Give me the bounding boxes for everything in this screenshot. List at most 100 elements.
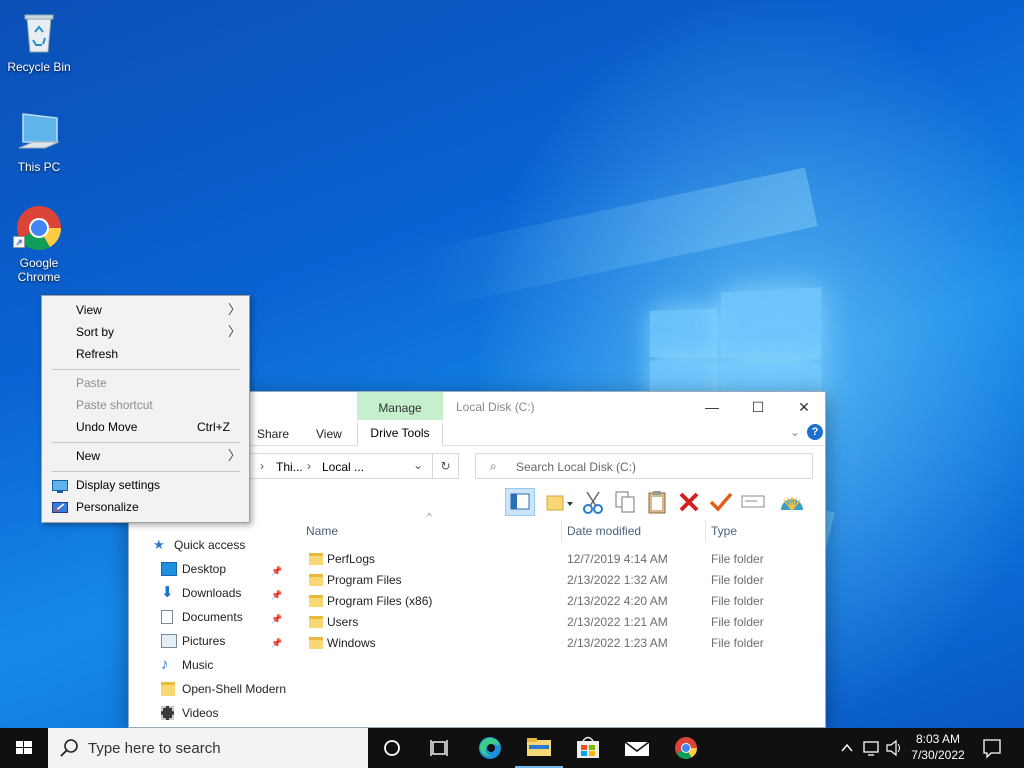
sort-ascending-icon: ^	[427, 512, 432, 523]
taskbar-clock[interactable]: 8:03 AM 7/30/2022	[902, 731, 974, 763]
desktop-icon-label: Recycle Bin	[7, 60, 71, 74]
open-shell-icon[interactable]	[777, 488, 807, 516]
tab-share[interactable]: Share	[257, 427, 289, 441]
column-header-name[interactable]: Name	[306, 524, 338, 538]
cut-icon[interactable]	[579, 488, 609, 516]
taskbar-search-placeholder: Type here to search	[88, 740, 221, 757]
help-icon[interactable]: ?	[807, 424, 823, 440]
tab-view[interactable]: View	[316, 427, 342, 441]
pin-icon[interactable]: 📌	[271, 614, 282, 624]
address-bar[interactable]: › Thi... › Local ... ⌄	[249, 453, 433, 479]
star-icon: ★	[153, 537, 165, 552]
file-date: 2/13/2022 4:20 AM	[567, 594, 668, 608]
window-title: Local Disk (C:)	[456, 400, 535, 414]
maximize-button[interactable]: ☐	[735, 396, 781, 418]
minimize-button[interactable]: —	[689, 396, 735, 418]
videos-icon	[161, 706, 174, 720]
folder-options-icon[interactable]	[543, 488, 573, 516]
file-name: Windows	[327, 636, 376, 650]
tab-manage[interactable]: Manage	[357, 392, 443, 420]
file-type: File folder	[711, 552, 764, 566]
close-button[interactable]: ✕	[781, 396, 827, 418]
file-row[interactable]: PerfLogs 12/7/2019 4:14 AM File folder	[305, 549, 815, 570]
menu-item-label: New	[76, 449, 101, 463]
store-icon[interactable]	[564, 728, 612, 768]
show-hidden-icons-chevron-icon[interactable]	[838, 728, 856, 768]
menu-separator	[52, 471, 240, 472]
file-name: Users	[327, 615, 359, 629]
menu-item-paste-shortcut[interactable]: Paste shortcut	[42, 394, 249, 416]
column-divider	[705, 520, 706, 542]
rename-icon[interactable]	[739, 488, 769, 516]
file-row[interactable]: Users 2/13/2022 1:21 AM File folder	[305, 612, 815, 633]
menu-item-refresh[interactable]: Refresh	[42, 343, 249, 365]
preview-pane-icon[interactable]	[505, 488, 535, 516]
search-input[interactable]: ⌕ Search Local Disk (C:)	[475, 453, 813, 479]
file-date: 2/13/2022 1:23 AM	[567, 636, 668, 650]
paste-icon[interactable]	[643, 488, 673, 516]
chevron-right-icon: ›	[260, 459, 264, 473]
ribbon-expand-chevron-icon[interactable]: ⌄	[790, 425, 800, 439]
file-row[interactable]: Program Files (x86) 2/13/2022 4:20 AM Fi…	[305, 591, 815, 612]
pin-icon[interactable]: 📌	[271, 566, 282, 576]
desktop-icon-recycle-bin[interactable]: Recycle Bin	[1, 8, 77, 74]
menu-item-sort-by[interactable]: Sort by 〉	[42, 321, 249, 343]
taskbar: Type here to search 8:03 AM 7/30/2022	[0, 728, 1024, 768]
menu-item-paste[interactable]: Paste	[42, 372, 249, 394]
menu-separator	[52, 442, 240, 443]
desktop-icon-label: This PC	[17, 160, 61, 174]
file-type: File folder	[711, 573, 764, 587]
menu-item-shortcut: Ctrl+Z	[197, 420, 230, 434]
menu-item-label: Paste shortcut	[76, 398, 153, 412]
file-name: Program Files	[327, 573, 402, 587]
menu-item-personalize[interactable]: Personalize	[42, 496, 249, 518]
cortana-icon[interactable]	[368, 728, 416, 768]
chrome-icon: ↗	[13, 204, 63, 252]
pictures-icon	[161, 634, 177, 648]
chevron-right-icon: 〉	[227, 324, 241, 339]
copy-icon[interactable]	[611, 488, 641, 516]
chrome-icon[interactable]	[662, 728, 710, 768]
delete-icon[interactable]	[675, 488, 705, 516]
pin-icon[interactable]: 📌	[271, 638, 282, 648]
file-name: Program Files (x86)	[327, 594, 433, 608]
file-row[interactable]: Program Files 2/13/2022 1:32 AM File fol…	[305, 570, 815, 591]
menu-item-display-settings[interactable]: Display settings	[42, 474, 249, 496]
pin-icon[interactable]: 📌	[271, 590, 282, 600]
file-type: File folder	[711, 636, 764, 650]
mail-icon[interactable]	[613, 728, 661, 768]
documents-icon	[161, 610, 173, 624]
column-header-type[interactable]: Type	[711, 524, 737, 538]
notification-center-icon[interactable]	[980, 728, 1004, 768]
start-button[interactable]	[0, 728, 48, 768]
refresh-icon[interactable]: ↻	[433, 453, 459, 479]
windows-logo-wallpaper	[649, 285, 826, 408]
classic-toolbar	[499, 488, 821, 518]
breadcrumb-this-pc[interactable]: Thi...	[276, 460, 303, 474]
breadcrumb-local-disk[interactable]: Local ...	[322, 460, 364, 474]
desktop-icon-label: Google Chrome	[17, 256, 61, 284]
column-divider	[561, 520, 562, 542]
column-header-date[interactable]: Date modified	[567, 524, 641, 538]
file-row[interactable]: Windows 2/13/2022 1:23 AM File folder	[305, 633, 815, 654]
downloads-arrow-icon: ⬇	[161, 584, 174, 601]
folder-icon	[309, 637, 323, 649]
menu-item-view[interactable]: View 〉	[42, 299, 249, 321]
music-note-icon: ♪	[161, 656, 169, 673]
volume-icon[interactable]	[884, 728, 904, 768]
menu-item-new[interactable]: New 〉	[42, 445, 249, 467]
desktop-icon-this-pc[interactable]: This PC	[1, 108, 77, 174]
desktop-icon-chrome[interactable]: ↗ Google Chrome	[1, 204, 77, 284]
menu-item-undo-move[interactable]: Undo Move Ctrl+Z	[42, 416, 249, 438]
file-explorer-icon[interactable]	[515, 728, 563, 768]
folder-icon	[309, 595, 323, 607]
tab-drive-tools[interactable]: Drive Tools	[357, 422, 443, 446]
taskbar-search-box[interactable]: Type here to search	[48, 728, 368, 768]
edge-icon[interactable]	[466, 728, 514, 768]
address-dropdown-icon[interactable]: ⌄	[413, 458, 423, 472]
search-icon	[60, 739, 78, 757]
task-view-icon[interactable]	[416, 728, 464, 768]
file-date: 2/13/2022 1:21 AM	[567, 615, 668, 629]
properties-check-icon[interactable]	[707, 488, 737, 516]
network-icon[interactable]	[860, 728, 882, 768]
